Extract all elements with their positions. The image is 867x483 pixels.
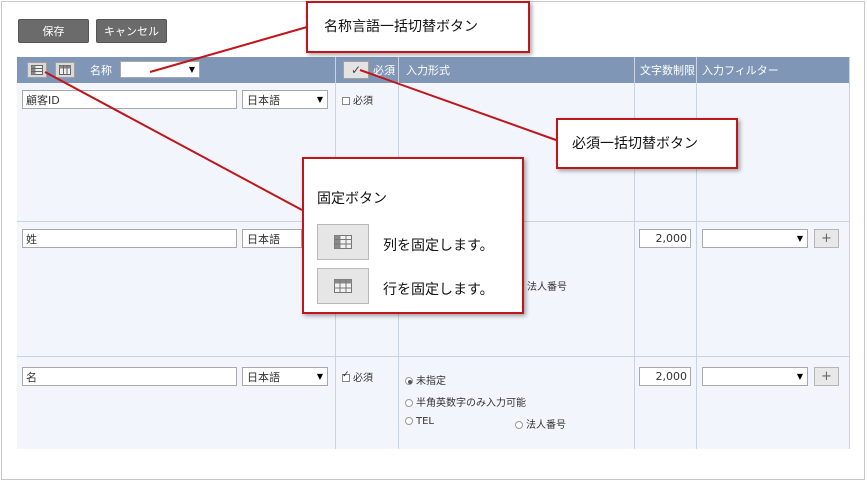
callout-arrow-line [44,71,303,211]
fix-row-sample [317,268,369,304]
callout-arrow-line [149,26,308,73]
callout-text: 必須一括切替ボタン [572,136,698,152]
callout-arrow-line [359,69,557,141]
callout-text: 名称言語一括切替ボタン [324,19,478,35]
callout-title: 固定ボタン [317,191,387,207]
callout-fix-column-text: 列を固定します。 [383,238,494,254]
callout-fix-row-text: 行を固定します。 [383,282,494,298]
fix-row-icon [334,279,352,293]
callout-required-toggle: 必須一括切替ボタン [556,118,738,169]
callout-name-lang-toggle: 名称言語一括切替ボタン [306,1,530,53]
fix-column-sample [317,224,369,260]
callout-fix-buttons: 固定ボタン 列を固定します。 行を固定します。 [302,157,524,314]
fix-column-icon [334,235,352,249]
